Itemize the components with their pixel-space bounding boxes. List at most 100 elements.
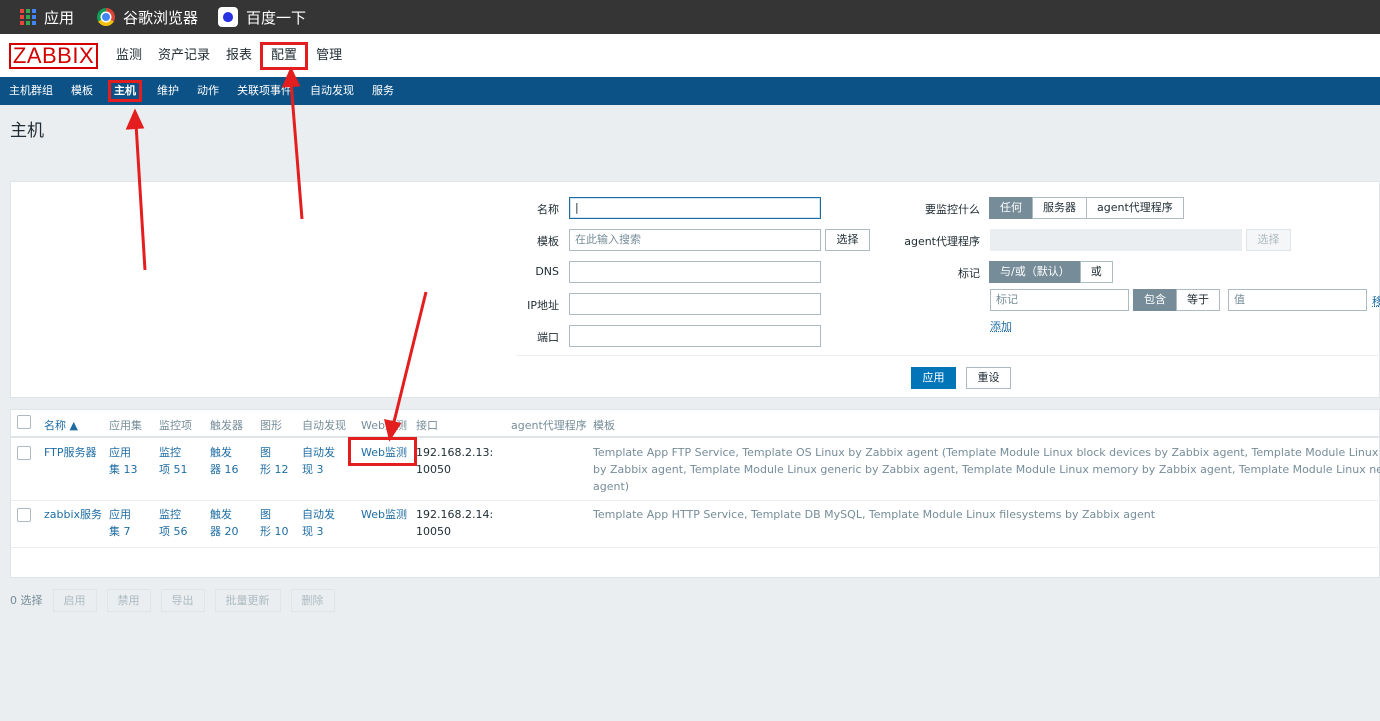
tag-remove-link[interactable]: 移 bbox=[1372, 293, 1380, 309]
apps-grid-icon bbox=[20, 9, 36, 25]
monitor-any-option[interactable]: 任何 bbox=[989, 197, 1033, 219]
page-title: 主机 bbox=[10, 121, 44, 141]
menu-reports[interactable]: 报表 bbox=[218, 42, 260, 70]
template-search-input[interactable]: 在此输入搜索 bbox=[569, 229, 821, 251]
port-label: 端口 bbox=[537, 331, 559, 344]
table-row: FTP服务器 应用集 13 监控项 51 触发器 16 图形 12 自动发现 3… bbox=[11, 438, 1380, 501]
submenu-services[interactable]: 服务 bbox=[363, 80, 403, 102]
template-label: 模板 bbox=[537, 235, 559, 248]
zabbix-logo[interactable]: ZABBIX bbox=[9, 42, 98, 69]
triggers-link[interactable]: 触发器 16 bbox=[210, 444, 239, 478]
bookmark-label: 谷歌浏览器 bbox=[123, 8, 199, 27]
submenu-event-correlation[interactable]: 关联项事件 bbox=[228, 80, 301, 102]
filter-panel: 名称 | 模板 在此输入搜索 选择 DNS IP地址 端口 要监控什么 任何 服… bbox=[10, 181, 1380, 398]
col-graphs: 图形 bbox=[260, 419, 282, 432]
reset-button[interactable]: 重设 bbox=[966, 367, 1011, 389]
host-name-link[interactable]: FTP服务器 bbox=[44, 444, 97, 461]
bookmark-apps[interactable]: 应用 bbox=[20, 0, 74, 34]
menu-inventory[interactable]: 资产记录 bbox=[150, 42, 218, 70]
menu-configuration[interactable]: 配置 bbox=[260, 41, 309, 70]
ip-label: IP地址 bbox=[527, 299, 559, 312]
bookmark-label: 应用 bbox=[44, 8, 75, 27]
applications-link[interactable]: 应用集 13 bbox=[109, 444, 138, 478]
name-label: 名称 bbox=[537, 203, 559, 216]
submenu-hosts[interactable]: 主机 bbox=[108, 80, 142, 102]
monitor-proxy-option[interactable]: agent代理程序 bbox=[1086, 197, 1184, 219]
top-navigation: ZABBIX 监测 资产记录 报表 配置 管理 bbox=[0, 34, 1380, 77]
tag-contains-option[interactable]: 包含 bbox=[1133, 289, 1177, 311]
tag-eval-segmented: 与/或（默认） 或 bbox=[989, 261, 1113, 283]
submenu-templates[interactable]: 模板 bbox=[62, 80, 102, 102]
col-applications: 应用集 bbox=[109, 419, 142, 432]
templates-list[interactable]: Template App FTP Service, Template OS Li… bbox=[593, 444, 1380, 495]
annotation-highlight-box bbox=[348, 437, 417, 466]
monitor-label: 要监控什么 bbox=[925, 203, 980, 216]
web-monitoring-link[interactable]: Web监测 bbox=[361, 506, 407, 523]
apply-button[interactable]: 应用 bbox=[911, 367, 956, 389]
table-header: 名称 ▲ 应用集 监控项 触发器 图形 自动发现 Web监测 接口 agent代… bbox=[11, 410, 1380, 438]
templates-list[interactable]: Template App HTTP Service, Template DB M… bbox=[593, 506, 1380, 523]
hosts-table: 名称 ▲ 应用集 监控项 触发器 图形 自动发现 Web监测 接口 agent代… bbox=[10, 409, 1380, 578]
tag-equals-option[interactable]: 等于 bbox=[1176, 289, 1220, 311]
sub-menu: 主机群组 模板 主机 维护 动作 关联项事件 自动发现 服务 bbox=[0, 77, 1380, 105]
disable-button: 禁用 bbox=[106, 588, 151, 612]
chrome-icon bbox=[97, 8, 116, 26]
col-templates: 模板 bbox=[593, 419, 615, 432]
template-select-button[interactable]: 选择 bbox=[825, 229, 870, 251]
bookmark-baidu[interactable]: 百度一下 bbox=[218, 0, 306, 34]
tag-or-option[interactable]: 或 bbox=[1079, 261, 1113, 283]
submenu-maintenance[interactable]: 维护 bbox=[148, 80, 188, 102]
col-name[interactable]: 名称 ▲ bbox=[44, 417, 78, 433]
baidu-icon bbox=[218, 7, 239, 27]
selected-count: 0 选择 bbox=[10, 594, 43, 607]
table-row: zabbix服务 应用集 7 监控项 56 触发器 20 图形 10 自动发现 … bbox=[11, 502, 1380, 548]
proxy-label: agent代理程序 bbox=[904, 235, 980, 248]
tag-name-input[interactable]: 标记 bbox=[990, 289, 1129, 311]
submenu-actions[interactable]: 动作 bbox=[188, 80, 228, 102]
mass-update-button: 批量更新 bbox=[214, 588, 281, 612]
tag-value-input[interactable]: 值 bbox=[1228, 289, 1367, 311]
port-input[interactable] bbox=[569, 325, 821, 347]
discovery-link[interactable]: 自动发现 3 bbox=[302, 506, 335, 540]
tag-and-or-option[interactable]: 与/或（默认） bbox=[989, 261, 1081, 283]
filter-divider bbox=[516, 355, 1380, 356]
dns-label: DNS bbox=[535, 265, 559, 278]
graphs-link[interactable]: 图形 12 bbox=[260, 444, 289, 478]
triggers-link[interactable]: 触发器 20 bbox=[210, 506, 239, 540]
applications-link[interactable]: 应用集 7 bbox=[109, 506, 131, 540]
select-all-checkbox[interactable] bbox=[17, 415, 31, 429]
menu-administration[interactable]: 管理 bbox=[308, 42, 350, 70]
main-menu: 监测 资产记录 报表 配置 管理 bbox=[108, 41, 350, 70]
row-checkbox[interactable] bbox=[17, 446, 31, 460]
proxy-select-button: 选择 bbox=[1246, 229, 1291, 251]
col-items: 监控项 bbox=[159, 419, 192, 432]
tag-add-link[interactable]: 添加 bbox=[990, 318, 1012, 334]
delete-button: 删除 bbox=[290, 588, 335, 612]
ip-input[interactable] bbox=[569, 293, 821, 315]
monitor-server-option[interactable]: 服务器 bbox=[1032, 197, 1087, 219]
host-name-link[interactable]: zabbix服务 bbox=[44, 506, 102, 523]
col-proxy: agent代理程序 bbox=[511, 419, 587, 432]
items-link[interactable]: 监控项 51 bbox=[159, 444, 188, 478]
bookmark-label: 百度一下 bbox=[246, 8, 307, 27]
mass-actions-bar: 0 选择 启用 禁用 导出 批量更新 删除 bbox=[10, 588, 345, 612]
submenu-discovery[interactable]: 自动发现 bbox=[301, 80, 363, 102]
bookmarks-bar: 应用 谷歌浏览器 百度一下 bbox=[0, 0, 1380, 34]
items-link[interactable]: 监控项 56 bbox=[159, 506, 188, 540]
graphs-link[interactable]: 图形 10 bbox=[260, 506, 289, 540]
enable-button: 启用 bbox=[52, 588, 97, 612]
submenu-host-groups[interactable]: 主机群组 bbox=[0, 80, 62, 102]
tag-operator-segmented: 包含 等于 bbox=[1133, 289, 1220, 311]
col-triggers: 触发器 bbox=[210, 419, 243, 432]
col-interface: 接口 bbox=[416, 419, 438, 432]
menu-monitoring[interactable]: 监测 bbox=[108, 42, 150, 70]
row-checkbox[interactable] bbox=[17, 508, 31, 522]
export-button: 导出 bbox=[160, 588, 205, 612]
discovery-link[interactable]: 自动发现 3 bbox=[302, 444, 335, 478]
name-input[interactable]: | bbox=[569, 197, 821, 219]
interface-value: 192.168.2.13: 10050 bbox=[416, 446, 494, 476]
col-discovery: 自动发现 bbox=[302, 419, 346, 432]
dns-input[interactable] bbox=[569, 261, 821, 283]
proxy-input bbox=[990, 229, 1242, 251]
bookmark-chrome[interactable]: 谷歌浏览器 bbox=[97, 0, 198, 34]
